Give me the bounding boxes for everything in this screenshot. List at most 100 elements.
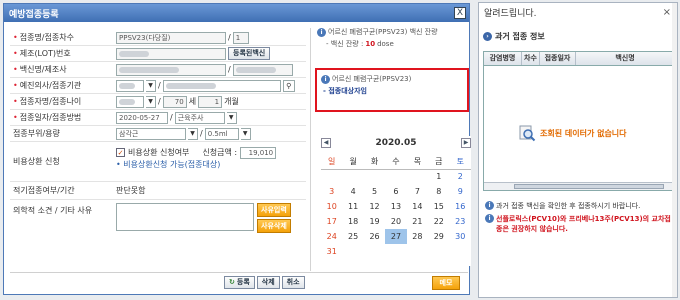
search-icon[interactable]: ⚲	[282, 79, 295, 92]
cost-label: 비용상환 신청	[13, 157, 60, 166]
form-row-cost: 비용상환 신청 ✓ 비용상환 신청여부 신청금액 : 19,010 • 비용상환…	[10, 142, 306, 182]
calendar-day[interactable]: 23	[450, 214, 471, 229]
calendar-day[interactable]: 24	[321, 229, 342, 244]
memo-button[interactable]: 메모	[432, 276, 460, 290]
prev-month-button[interactable]: ◀	[321, 138, 331, 148]
chevron-down-icon[interactable]: ▼	[146, 79, 156, 92]
reason-input-button[interactable]: 사유입력	[257, 203, 291, 217]
age-years-input[interactable]: 70	[162, 95, 187, 108]
date-label: 접종일자/접종방법	[19, 113, 82, 122]
col-vaccine[interactable]: 백신명	[576, 52, 674, 65]
calendar-day[interactable]: 27	[385, 229, 407, 244]
weekday-header: 토	[449, 154, 471, 170]
calendar-day[interactable]: 14	[407, 199, 428, 214]
col-disease[interactable]: 감염병명	[484, 52, 522, 65]
stock-qty: 10	[365, 40, 376, 48]
manufacturer-input[interactable]	[232, 63, 293, 76]
calendar-day[interactable]: 6	[385, 184, 406, 199]
cost-amount-input[interactable]: 19,010	[240, 146, 277, 159]
chevron-down-icon[interactable]: ▼	[226, 111, 237, 124]
required-dot-icon: •	[13, 65, 18, 74]
cancel-button[interactable]: 취소	[281, 276, 305, 289]
calendar-empty	[385, 169, 406, 184]
doctor-select[interactable]	[116, 79, 144, 92]
chevron-down-icon[interactable]: ▼	[240, 127, 251, 140]
registered-vaccine-button[interactable]: 등록된백신	[228, 47, 271, 60]
vertical-scrollbar[interactable]	[672, 3, 677, 297]
calendar-day[interactable]: 10	[321, 199, 342, 214]
register-button[interactable]: ↻ 등록	[224, 276, 255, 289]
required-dot-icon: •	[13, 113, 18, 122]
calendar-day[interactable]: 20	[385, 214, 406, 229]
calendar-day[interactable]: 28	[407, 229, 428, 244]
calendar-day[interactable]: 22	[428, 214, 449, 229]
calendar-day[interactable]: 25	[342, 229, 363, 244]
calendar-day[interactable]: 26	[364, 229, 385, 244]
history-grid-header: 감염병명 차수 접종일자 백신명	[484, 52, 674, 66]
next-month-button[interactable]: ▶	[461, 138, 471, 148]
calendar-day[interactable]: 15	[428, 199, 449, 214]
calendar-day[interactable]: 3	[321, 184, 342, 199]
calendar-day[interactable]: 30	[450, 229, 471, 244]
delete-button[interactable]: 삭제	[256, 276, 280, 289]
calendar-day[interactable]: 5	[364, 184, 385, 199]
calendar-empty	[450, 244, 471, 259]
vaccine-name-input[interactable]	[116, 63, 226, 76]
calendar-day[interactable]: 19	[364, 214, 385, 229]
col-date[interactable]: 접종일자	[540, 52, 576, 65]
age-months-unit: 개월	[224, 97, 239, 106]
col-dose[interactable]: 차수	[522, 52, 540, 65]
calendar-day[interactable]: 7	[407, 184, 428, 199]
calendar-day[interactable]: 12	[364, 199, 385, 214]
calendar-day[interactable]: 31	[321, 244, 342, 259]
popup-close-icon[interactable]: ×	[663, 7, 671, 18]
form-row-proper: 적기접종여부/기간 판단못함	[10, 182, 306, 200]
lot-number-input[interactable]	[116, 47, 226, 60]
cost-checkbox[interactable]: ✓	[116, 148, 125, 157]
calendar-empty	[364, 244, 385, 259]
calendar-day[interactable]: 18	[342, 214, 363, 229]
scrollbar-thumb[interactable]	[514, 184, 664, 189]
opinion-textarea[interactable]	[116, 203, 254, 231]
notice-popup: 알려드립니다. × › 과거 접종 정보 감염병명 차수 접종일자 백신명 조회…	[478, 2, 678, 298]
vaccination-date-input[interactable]: 2020-05-27	[116, 111, 168, 124]
required-dot-icon: •	[13, 33, 18, 42]
chevron-down-icon[interactable]: ▼	[146, 95, 156, 108]
calendar-day[interactable]: 2	[450, 169, 471, 184]
lot-label: 제조(LOT)번호	[19, 49, 71, 58]
calendar-day[interactable]: 21	[407, 214, 428, 229]
refresh-icon: ↻	[229, 278, 235, 286]
calendar-day[interactable]: 16	[450, 199, 471, 214]
vaccine-dose-input[interactable]: PPSV23(다당질)	[116, 31, 226, 44]
dose-number-input[interactable]: 1	[232, 31, 249, 44]
calendar-day[interactable]: 11	[342, 199, 363, 214]
required-dot-icon: •	[13, 49, 18, 58]
calendar-day[interactable]: 17	[321, 214, 342, 229]
vaccine-label: 백신명/제조사	[19, 65, 67, 74]
stock-title: 어르신 폐렴구균(PPSV23) 백신 잔량	[328, 28, 438, 36]
form-row-lot: • 제조(LOT)번호 등록된백신	[10, 46, 306, 62]
age-label: 접종자명/접종나이	[19, 97, 82, 106]
site-select[interactable]: 삼각근	[116, 127, 186, 140]
calendar-empty	[321, 169, 342, 184]
calendar-day[interactable]: 9	[450, 184, 471, 199]
patient-name-select[interactable]	[116, 95, 144, 108]
institution-input[interactable]	[162, 79, 281, 92]
calendar-empty	[364, 169, 385, 184]
calendar-day[interactable]: 8	[428, 184, 449, 199]
method-select[interactable]: 근육주사	[174, 111, 225, 124]
form-row-institution: • 예진의사/접종기관 ▼ / ⚲	[10, 78, 306, 94]
calendar-empty	[407, 244, 428, 259]
horizontal-scrollbar[interactable]	[484, 182, 674, 190]
calendar-month: 2020.05	[375, 138, 417, 148]
calendar-day[interactable]: 29	[428, 229, 449, 244]
reason-delete-button[interactable]: 사유삭제	[257, 219, 291, 233]
calendar-day[interactable]: 4	[342, 184, 363, 199]
age-months-input[interactable]: 1	[198, 95, 223, 108]
calendar-day[interactable]: 1	[428, 169, 449, 184]
chevron-down-icon[interactable]: ▼	[188, 127, 198, 140]
volume-select[interactable]: 0.5ml	[204, 127, 239, 140]
window-close-button[interactable]: X	[454, 7, 466, 19]
popup-subtitle: 과거 접종 정보	[495, 31, 545, 41]
calendar-day[interactable]: 13	[385, 199, 406, 214]
